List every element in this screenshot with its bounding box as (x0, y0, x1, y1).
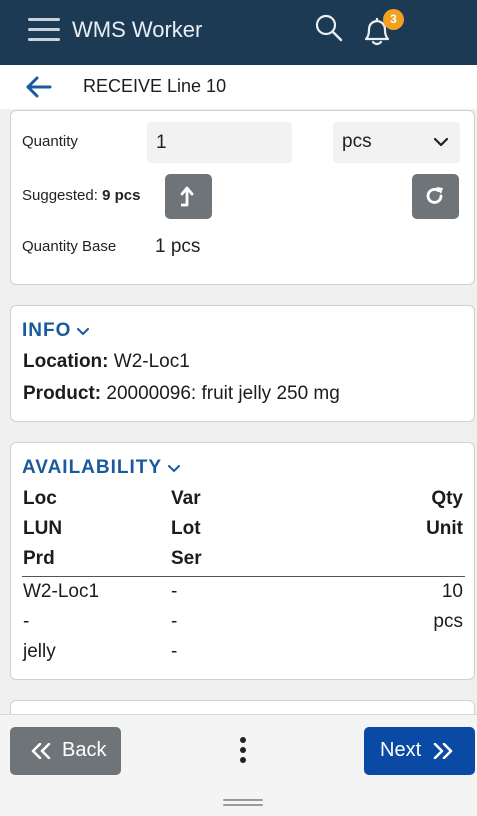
quantity-card: Quantity pcs Suggested: 9 pcs Quantity B… (10, 110, 475, 285)
quantity-base-value: 1 pcs (155, 236, 201, 257)
apply-suggested-button[interactable] (165, 174, 212, 219)
page-header: RECEIVE Line 10 (0, 65, 477, 109)
availability-title: AVAILABILITY (22, 457, 163, 478)
next-button-label: Next (380, 739, 422, 761)
notification-badge: 3 (383, 9, 404, 30)
more-options-icon[interactable] (234, 737, 252, 767)
unit-select[interactable]: pcs (333, 122, 460, 163)
cell-qty: 10 (441, 581, 463, 602)
info-title: INFO (22, 320, 72, 341)
chevron-down-icon (77, 328, 90, 336)
back-button-label: Back (62, 739, 107, 761)
chevron-down-icon (434, 137, 448, 147)
header-prd: Prd (23, 548, 55, 569)
double-chevron-right-icon (433, 743, 453, 759)
search-icon[interactable] (315, 14, 343, 42)
header-loc: Loc (23, 488, 57, 509)
suggested-row: Suggested: 9 pcs (22, 187, 140, 204)
info-section-toggle[interactable]: INFO (22, 320, 90, 342)
location-value: W2-Loc1 (113, 351, 190, 372)
reset-button[interactable] (412, 174, 459, 219)
header-lun: LUN (23, 518, 63, 539)
header-lot: Lot (171, 518, 201, 539)
back-button[interactable]: Back (10, 727, 121, 775)
location-row: Location: W2-Loc1 (23, 351, 190, 373)
cell-loc: W2-Loc1 (23, 581, 100, 602)
info-card: INFO Location: W2-Loc1 Product: 20000096… (10, 305, 475, 422)
quantity-label: Quantity (22, 133, 78, 150)
suggested-value: 9 pcs (102, 187, 141, 204)
top-app-bar: WMS Worker 3 (0, 0, 477, 65)
refresh-icon (426, 187, 443, 204)
arrow-left-icon[interactable] (24, 73, 54, 101)
next-button[interactable]: Next (364, 727, 475, 775)
cell-ser: - (171, 641, 178, 662)
header-ser: Ser (171, 548, 202, 569)
cell-unit: pcs (433, 611, 463, 632)
availability-section-toggle[interactable]: AVAILABILITY (22, 457, 181, 479)
header-var: Var (171, 488, 201, 509)
bottom-action-bar: Back Next (0, 714, 477, 816)
double-chevron-left-icon (31, 743, 51, 759)
header-unit: Unit (426, 518, 463, 539)
chevron-down-icon (168, 465, 181, 473)
availability-card: AVAILABILITY Loc LUN Prd Var Lot Ser Qty… (10, 442, 475, 680)
location-label: Location: (23, 351, 109, 372)
drag-handle[interactable] (223, 799, 263, 807)
product-value: 20000096: fruit jelly 250 mg (106, 383, 340, 404)
product-label: Product: (23, 383, 102, 404)
table-divider (22, 576, 465, 577)
unit-select-value: pcs (342, 131, 372, 152)
quantity-base-label: Quantity Base (22, 238, 117, 255)
product-row: Product: 20000096: fruit jelly 250 mg (23, 383, 340, 405)
cell-prd: jelly (23, 641, 56, 662)
cell-var: - (171, 581, 178, 602)
quantity-input[interactable] (147, 122, 292, 163)
suggested-label: Suggested: (22, 187, 98, 204)
menu-icon[interactable] (28, 16, 60, 42)
page-title: RECEIVE Line 10 (83, 76, 227, 96)
turn-up-arrow-icon (180, 186, 194, 207)
app-title: WMS Worker (72, 17, 203, 42)
cell-lun: - (23, 611, 30, 632)
cell-lot: - (171, 611, 178, 632)
header-qty: Qty (431, 488, 463, 509)
